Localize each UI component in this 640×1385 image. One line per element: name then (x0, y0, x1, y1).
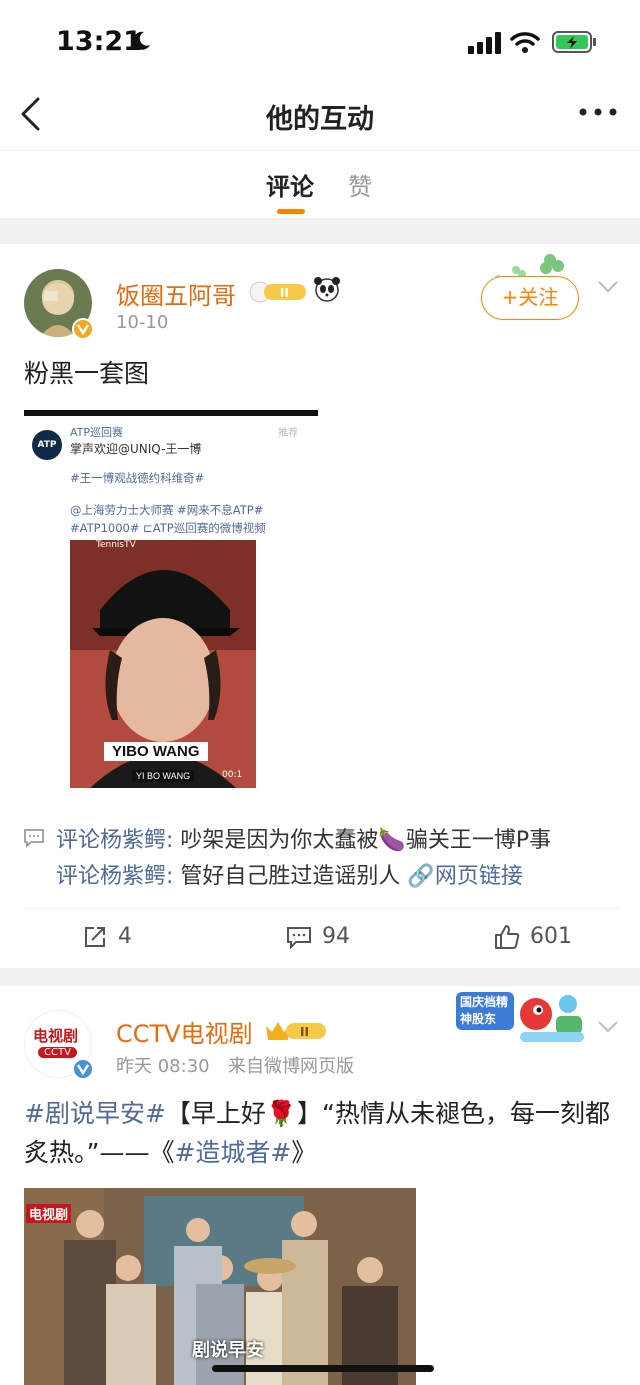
chevron-down-icon[interactable] (597, 1020, 619, 1034)
divider (24, 908, 620, 909)
post-time: 10-10 (116, 312, 169, 333)
comment-line[interactable]: 评论杨紫鳄: 吵架是因为你太蠢被🍆骗关王一博P事 (56, 822, 551, 854)
svg-text:II: II (300, 1025, 309, 1039)
home-indicator (212, 1365, 434, 1372)
link-icon: 🔗 (407, 864, 435, 889)
embedded-image[interactable]: ATP ATP巡回赛 推荐 掌声欢迎@UNIQ-王一博 #王一博观战德约科维奇#… (24, 410, 320, 800)
comment-text-rest: 骗关王一博P事 (405, 828, 552, 853)
comment-text: 吵架是因为你太蠢被 (173, 828, 379, 853)
battery-icon (552, 31, 596, 53)
status-bar: 13:21 (0, 0, 640, 80)
like-count: 601 (530, 924, 572, 949)
panda-icon (314, 277, 340, 302)
photo-logo: 电视剧 (26, 1204, 72, 1223)
photo-caption: 剧说早安 (192, 1340, 264, 1361)
thumbs-up-icon (495, 925, 520, 949)
tab-comments[interactable]: 评论 (266, 167, 314, 202)
post-time: 昨天 08:30 (116, 1056, 210, 1077)
comment-bubble-icon (24, 829, 44, 848)
comment-label: 评论杨紫鳄: (56, 828, 174, 853)
eggplant-emoji: 🍆 (378, 828, 406, 853)
feed-card: 电视剧 CCTV CCTV电视剧 II 昨天 08:30 来自微博网页版 国庆档… (0, 986, 640, 1385)
video-watermark: TennisTV (96, 540, 136, 550)
comment-line[interactable]: 评论杨紫鳄: 管好自己胜过造谣别人 🔗网页链接 (56, 858, 523, 890)
chevron-down-icon[interactable] (597, 280, 619, 294)
embed-tag: @上海劳力士大师赛 #网来不息ATP# (70, 503, 264, 517)
event-badge: 国庆档精神股东 (456, 990, 588, 1046)
wifi-icon (510, 32, 540, 53)
username[interactable]: 饭圈五阿哥 (116, 276, 236, 311)
comment-text: 管好自己胜过造谣别人 (173, 864, 401, 889)
post-source: 来自微博网页版 (228, 1056, 354, 1077)
atp-logo: ATP (32, 430, 62, 460)
follow-button[interactable]: +关注 (481, 276, 579, 320)
svg-text:II: II (280, 286, 289, 300)
embed-account-name: ATP巡回赛 (70, 426, 124, 439)
avatar-text: 电视剧 (33, 1027, 79, 1045)
verified-badge-icon (72, 1058, 94, 1080)
event-badge-text: 国庆档精神股东 (456, 992, 514, 1030)
mascot-icon (520, 995, 584, 1042)
topic-link[interactable]: #造城者# (174, 1138, 291, 1167)
post-text: #剧说早安#【早上好🌹】“热情从未褪色，每一刻都炙热。”——《#造城者#》 (24, 1094, 620, 1172)
topic-link[interactable]: #剧说早安# (24, 1099, 166, 1128)
comment-icon (287, 927, 311, 950)
honor-badge-icon: II (266, 1022, 326, 1040)
embed-topbar (24, 410, 318, 416)
honor-badge-icon: II (249, 281, 306, 303)
avatar-subtext: CCTV (38, 1047, 77, 1058)
repost-icon (85, 927, 105, 947)
more-options-icon[interactable] (578, 104, 618, 120)
embed-line: 掌声欢迎@UNIQ-王一博 (70, 442, 202, 456)
repost-count: 4 (118, 924, 132, 949)
cellular-signal-icon (468, 32, 501, 54)
embed-tag: #ATP1000# ⊏ATP巡回赛的微博视频 (70, 521, 266, 535)
video-caption: YIBO WANG (104, 742, 208, 761)
nav-bar: 他的互动 (0, 80, 640, 150)
post-text: 粉黑一套图 (24, 359, 150, 388)
post-text-end: 》 (291, 1138, 317, 1167)
video-subcaption: YI BO WANG (132, 770, 195, 782)
embed-video-thumbnail: TennisTV YIBO WANG YI BO WANG 00:1 (70, 540, 256, 788)
tab-bar: 评论 赞 (0, 150, 640, 218)
comment-label: 评论杨紫鳄: (56, 864, 174, 889)
post-photo[interactable]: 电视剧 剧说早安 (24, 1188, 416, 1385)
embed-tag: #王一博观战德约科维奇# (70, 471, 205, 485)
video-time: 00:1 (222, 770, 243, 780)
comment-count: 94 (322, 924, 350, 949)
feed-card: 饭圈五阿哥 II 10-10 +关注 粉黑一套图 ATP ATP巡回赛 推荐 掌… (0, 244, 640, 968)
web-link[interactable]: 网页链接 (435, 864, 523, 889)
verified-badge-icon (72, 318, 94, 340)
active-tab-indicator (277, 209, 305, 214)
page-title: 他的互动 (266, 104, 374, 135)
moon-icon (133, 31, 150, 50)
embed-recommend-label: 推荐 (278, 428, 298, 439)
username[interactable]: CCTV电视剧 (116, 1014, 253, 1049)
tab-likes[interactable]: 赞 (348, 167, 372, 202)
